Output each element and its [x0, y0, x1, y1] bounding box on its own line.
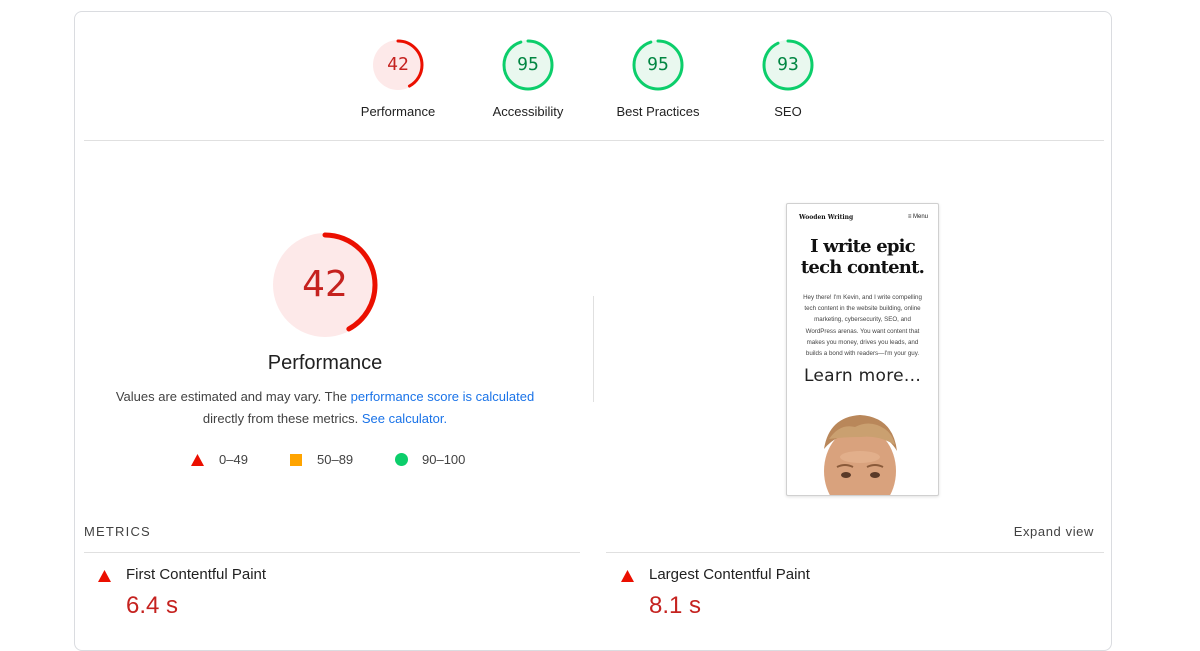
body-line: builds a bond with readers—I'm your guy. [805, 350, 920, 358]
score-calculation-link[interactable]: performance score is calculated [351, 389, 535, 404]
triangle-icon [98, 570, 111, 582]
gauge-score: 95 [517, 54, 539, 75]
metric-value: 6.4 s [126, 592, 179, 619]
learn-more-link: Learn more... [803, 366, 922, 386]
header-divider [84, 140, 1104, 141]
gauge-label: SEO [774, 104, 802, 119]
author-photo [824, 415, 897, 495]
site-body-text: Hey there! I'm Kevin, and I write compel… [797, 292, 928, 359]
gauge-score: 95 [647, 54, 669, 75]
legend-range: 0–49 [219, 452, 248, 467]
gauge-ring: 95 [501, 38, 555, 92]
gauge-ring: 93 [761, 38, 815, 92]
headline-line: I write epic [810, 236, 916, 257]
legend-fail: 0–49 [191, 452, 248, 467]
description-text: Values are estimated and may vary. The [115, 389, 351, 404]
metric-value: 8.1 s [649, 592, 702, 619]
metrics-divider-right [606, 552, 1104, 553]
triangle-icon [191, 453, 204, 466]
gauge-ring: 42 [371, 38, 425, 92]
square-icon [290, 453, 302, 466]
gauge-label: Best Practices [616, 104, 700, 119]
site-brand: Wooden Writing [799, 214, 854, 221]
gauge-performance[interactable]: 42 Performance [338, 38, 458, 119]
headline-line: tech content. [800, 257, 925, 278]
metrics-header: METRICS [84, 524, 151, 539]
gauge-label: Accessibility [492, 104, 564, 119]
gauge-score: 42 [387, 54, 409, 75]
body-line: marketing, cybersecurity, SEO, and [814, 316, 911, 324]
performance-description: Values are estimated and may vary. The p… [100, 386, 550, 430]
see-calculator-link[interactable]: See calculator. [362, 411, 447, 426]
body-line: WordPress arenas. You want content that [805, 327, 920, 335]
performance-title: Performance [267, 352, 383, 374]
expand-view-button[interactable]: Expand view [1014, 524, 1094, 539]
vertical-divider [593, 296, 594, 402]
gauge-ring: 95 [631, 38, 685, 92]
legend-range: 90–100 [422, 452, 466, 467]
body-line: Hey there! I'm Kevin, and I write compel… [803, 294, 922, 301]
legend-range: 50–89 [317, 452, 354, 467]
description-text: directly from these metrics. [202, 411, 362, 426]
circle-icon [395, 453, 408, 466]
metrics-divider-left [84, 552, 580, 553]
performance-gauge-large: 42 [270, 230, 380, 340]
legend-average: 50–89 [290, 452, 353, 467]
gauge-score: 93 [777, 54, 799, 75]
final-screenshot[interactable]: Wooden Writing ≡ Menu I write epic tech … [786, 203, 939, 496]
site-menu: ≡ Menu [907, 214, 928, 220]
body-line: makes you money, drives you leads, and [806, 338, 919, 346]
site-headline: I write epic tech content. [787, 236, 938, 278]
performance-score: 42 [302, 264, 348, 305]
metric-name: Largest Contentful Paint [649, 566, 810, 583]
metric-name: First Contentful Paint [126, 566, 267, 583]
legend-pass: 90–100 [395, 452, 465, 467]
body-line: tech content in the website building, on… [804, 305, 921, 313]
gauge-seo[interactable]: 93 SEO [728, 38, 848, 119]
gauge-best-practices[interactable]: 95 Best Practices [598, 38, 718, 119]
gauge-label: Performance [360, 104, 436, 119]
triangle-icon [621, 570, 634, 582]
gauge-accessibility[interactable]: 95 Accessibility [468, 38, 588, 119]
